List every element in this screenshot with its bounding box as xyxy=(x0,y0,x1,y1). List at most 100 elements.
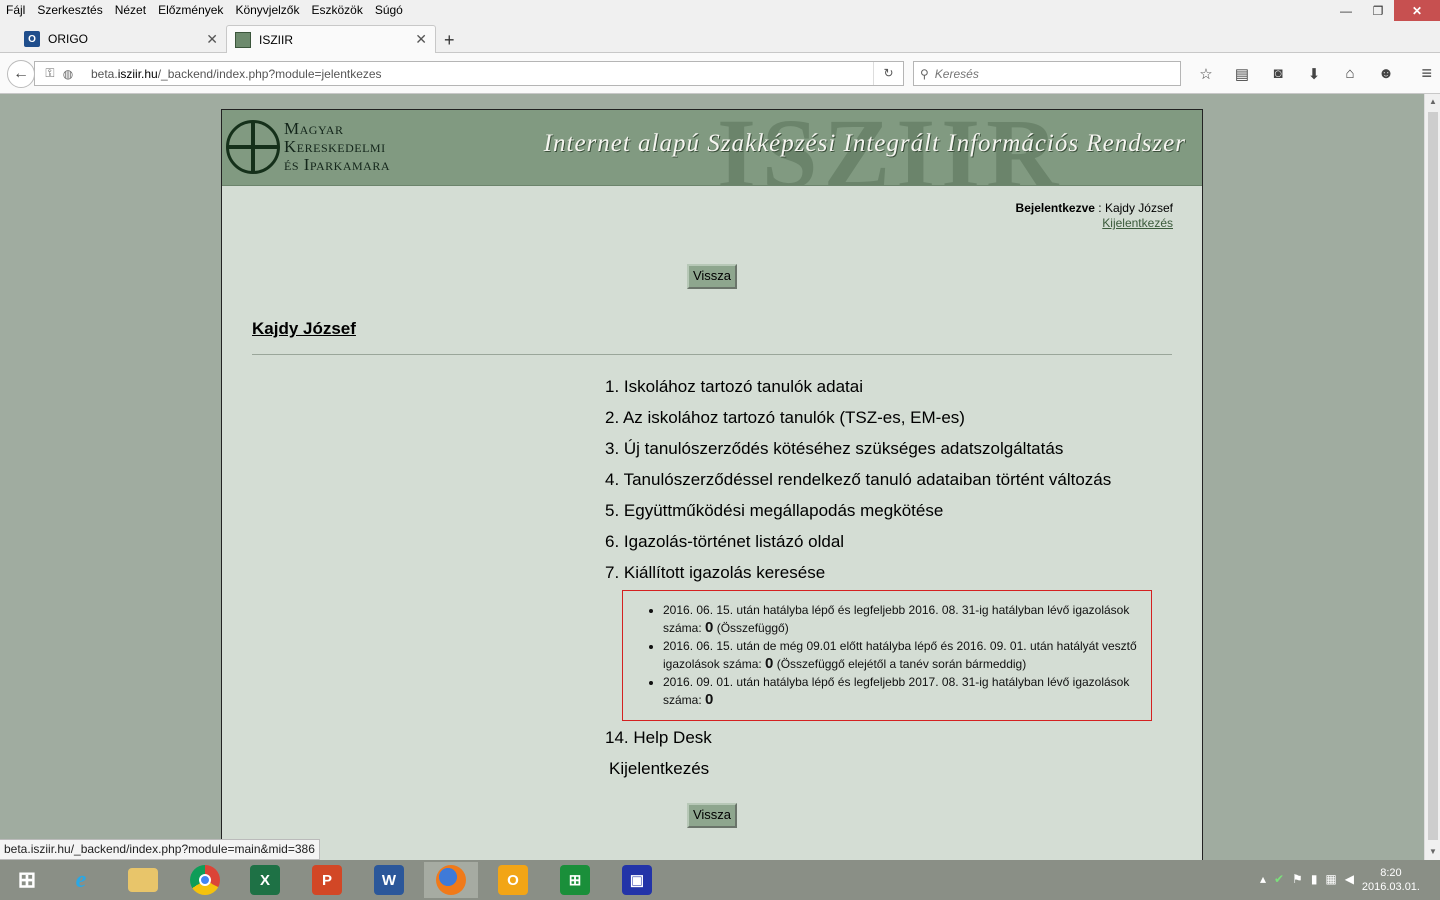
tray-expand-icon[interactable]: ▴ xyxy=(1260,872,1266,886)
chrome-icon xyxy=(190,865,220,895)
url-text[interactable]: beta.isziir.hu/_backend/index.php?module… xyxy=(91,67,873,81)
reading-list-icon[interactable]: ▤ xyxy=(1224,61,1260,86)
navigation-bar: ⚿ ◍ beta.isziir.hu/_backend/index.php?mo… xyxy=(0,53,1440,94)
menu-link-students-tsz-em[interactable]: 2. Az iskolához tartozó tanulók (TSZ-es,… xyxy=(605,407,1165,438)
taskbar-outlook[interactable]: O xyxy=(486,862,540,898)
scroll-up-icon[interactable]: ▲ xyxy=(1425,94,1440,110)
clock[interactable]: 8:20 2016.03.01. xyxy=(1362,866,1420,894)
organization-name: Magyar Kereskedelmi és Iparkamara xyxy=(284,119,390,174)
origo-icon: O xyxy=(24,31,40,47)
menu-link-certificate-search[interactable]: 7. Kiállított igazolás keresése xyxy=(605,562,1165,593)
header-banner: ISZIIR Magyar Kereskedelmi és Iparkamara… xyxy=(222,110,1202,186)
bookmark-star-icon[interactable]: ☆ xyxy=(1188,61,1224,86)
user-name-heading: Kajdy József xyxy=(252,319,356,338)
taskbar: ⊞ e X P W O ⊞ ▣ ▴ ✔ ⚑ ▮ ▦ ◀ 8:20 2016.03… xyxy=(0,860,1440,900)
notice-item: 2016. 06. 15. után de még 09.01 előtt ha… xyxy=(663,637,1145,673)
module-menu: 1. Iskolához tartozó tanulók adatai 2. A… xyxy=(605,376,1165,593)
scroll-down-icon[interactable]: ▼ xyxy=(1425,844,1440,860)
menu-hamburger-icon[interactable]: ≡ xyxy=(1421,63,1432,84)
menu-link-logout[interactable]: Kijelentkezés xyxy=(609,759,709,779)
menu-history[interactable]: Előzmények xyxy=(152,0,229,21)
taskbar-word[interactable]: W xyxy=(362,862,416,898)
menu-link-contract-change[interactable]: 4. Tanulószerződéssel rendelkező tanuló … xyxy=(605,469,1165,500)
back-button[interactable]: ← xyxy=(7,60,35,88)
reload-icon[interactable]: ↻ xyxy=(873,62,903,85)
menu-link-certificate-history[interactable]: 6. Igazolás-történet listázó oldal xyxy=(605,531,1165,562)
notice-item: 2016. 06. 15. után hatályba lépő és legf… xyxy=(663,601,1145,637)
windows-start-button[interactable]: ⊞ xyxy=(0,862,54,898)
search-bar[interactable]: ⚲ xyxy=(913,61,1181,86)
url-bar[interactable]: ⚿ ◍ beta.isziir.hu/_backend/index.php?mo… xyxy=(34,61,904,86)
flag-icon[interactable]: ⚑ xyxy=(1292,872,1303,886)
network-icon[interactable]: ▦ xyxy=(1325,872,1336,886)
chamber-logo-icon xyxy=(226,120,280,174)
system-tray: ▴ ✔ ⚑ ▮ ▦ ◀ xyxy=(1260,872,1354,886)
tab-origo[interactable]: O ORIGO ✕ xyxy=(16,25,226,53)
firefox-icon xyxy=(436,865,466,895)
tab-bar: O ORIGO ✕ ISZIIR ✕ + xyxy=(0,21,1440,53)
taskbar-firefox[interactable] xyxy=(424,862,478,898)
globe-icon: ◍ xyxy=(62,66,74,81)
antivirus-icon[interactable]: ✔ xyxy=(1274,872,1284,886)
battery-icon[interactable]: ▮ xyxy=(1311,872,1318,886)
home-icon[interactable]: ⌂ xyxy=(1332,61,1368,86)
store-icon: ⊞ xyxy=(560,865,590,895)
menu-help[interactable]: Súgó xyxy=(369,0,409,21)
menu-link-cooperation[interactable]: 5. Együttműködési megállapodás megkötése xyxy=(605,500,1165,531)
page-viewport: ISZIIR Magyar Kereskedelmi és Iparkamara… xyxy=(0,94,1424,860)
arrow-left-icon: ← xyxy=(13,65,29,82)
key-icon: ⚿ xyxy=(45,66,55,80)
back-button-bottom[interactable]: Vissza xyxy=(687,803,737,828)
restore-button[interactable]: ❐ xyxy=(1362,0,1394,21)
taskbar-powerpoint[interactable]: P xyxy=(300,862,354,898)
content-panel: ISZIIR Magyar Kereskedelmi és Iparkamara… xyxy=(221,109,1203,860)
excel-icon: X xyxy=(250,865,280,895)
internet-explorer-icon: e xyxy=(75,866,87,893)
taskbar-explorer[interactable] xyxy=(116,862,170,898)
menu-edit[interactable]: Szerkesztés xyxy=(31,0,108,21)
menu-view[interactable]: Nézet xyxy=(109,0,152,21)
back-button-top[interactable]: Vissza xyxy=(687,264,737,289)
taskbar-chrome[interactable] xyxy=(178,862,232,898)
system-title: Internet alapú Szakképzési Integrált Inf… xyxy=(543,130,1186,157)
taskbar-excel[interactable]: X xyxy=(238,862,292,898)
volume-icon[interactable]: ◀ xyxy=(1345,872,1354,886)
scrollbar-thumb[interactable] xyxy=(1428,112,1438,840)
menu-bar: Fájl Szerkesztés Nézet Előzmények Könyvj… xyxy=(0,0,1440,21)
clock-time: 8:20 xyxy=(1380,867,1402,879)
tab-isziir[interactable]: ISZIIR ✕ xyxy=(226,25,436,53)
certificate-notice-box: 2016. 06. 15. után hatályba lépő és legf… xyxy=(622,590,1152,721)
taskbar-save-app[interactable]: ▣ xyxy=(610,862,664,898)
folder-icon xyxy=(128,868,158,892)
menu-tools[interactable]: Eszközök xyxy=(305,0,368,21)
download-icon[interactable]: ⬇ xyxy=(1296,61,1332,86)
close-tab-icon[interactable]: ✕ xyxy=(206,31,218,48)
clock-date: 2016.03.01. xyxy=(1361,881,1420,893)
status-url-tooltip: beta.isziir.hu/_backend/index.php?module… xyxy=(0,839,320,860)
pocket-icon[interactable]: ◙ xyxy=(1260,61,1296,86)
toolbar-icons: ☆ ▤ ◙ ⬇ ⌂ ☻ xyxy=(1188,61,1404,86)
menu-bookmarks[interactable]: Könyvjelzők xyxy=(229,0,305,21)
logout-link[interactable]: Kijelentkezés xyxy=(1102,216,1173,230)
window-controls: — ❐ ✕ xyxy=(1330,0,1440,21)
minimize-button[interactable]: — xyxy=(1330,0,1362,21)
menu-link-new-contract[interactable]: 3. Új tanulószerződés kötéséhez szüksége… xyxy=(605,438,1165,469)
login-label: Bejelentkezve xyxy=(1015,201,1095,215)
taskbar-ie[interactable]: e xyxy=(54,862,108,898)
chat-icon[interactable]: ☻ xyxy=(1368,61,1404,86)
close-window-button[interactable]: ✕ xyxy=(1394,0,1440,21)
notice-item: 2016. 09. 01. után hatályba lépő és legf… xyxy=(663,673,1145,709)
isziir-icon xyxy=(235,31,251,48)
floppy-disk-icon: ▣ xyxy=(622,865,652,895)
tab-title: ISZIIR xyxy=(259,32,294,47)
menu-link-students[interactable]: 1. Iskolához tartozó tanulók adatai xyxy=(605,376,1165,407)
menu-link-help-desk[interactable]: 14. Help Desk xyxy=(605,728,712,748)
taskbar-store[interactable]: ⊞ xyxy=(548,862,602,898)
search-input[interactable] xyxy=(934,66,1155,81)
search-icon: ⚲ xyxy=(920,66,929,81)
new-tab-button[interactable]: + xyxy=(444,30,455,51)
close-tab-icon[interactable]: ✕ xyxy=(415,31,427,48)
vertical-scrollbar[interactable]: ▲ ▼ xyxy=(1424,94,1440,860)
menu-file[interactable]: Fájl xyxy=(0,0,31,21)
login-info: Bejelentkezve : Kajdy József Kijelentkez… xyxy=(1015,201,1173,230)
